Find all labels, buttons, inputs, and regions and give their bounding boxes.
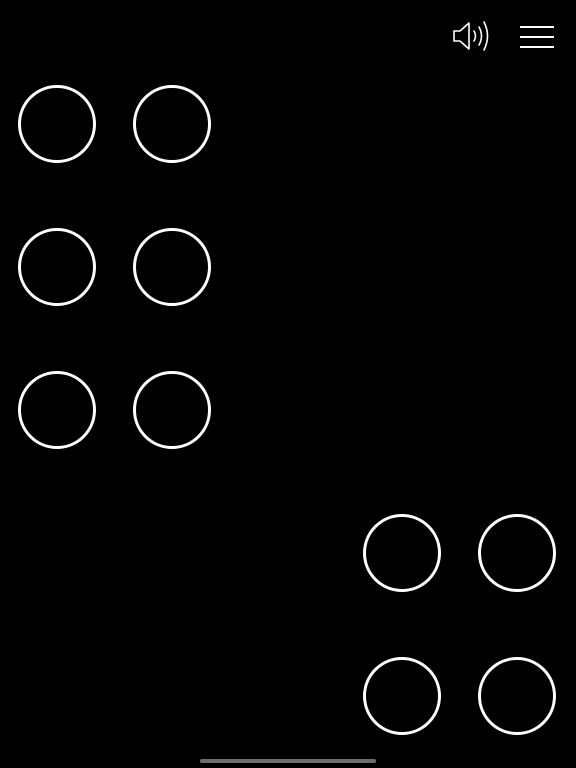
braille-dot-3[interactable] (18, 371, 96, 449)
braille-dot-1[interactable] (363, 514, 441, 592)
sound-button[interactable] (450, 17, 494, 55)
braille-dot-5[interactable] (133, 228, 211, 306)
braille-dot-1[interactable] (18, 85, 96, 163)
braille-screen (0, 0, 576, 768)
braille-dot-2[interactable] (18, 228, 96, 306)
braille-dot-2[interactable] (363, 657, 441, 735)
hamburger-menu-icon (520, 26, 554, 48)
speaker-volume-icon (453, 21, 489, 51)
menu-button[interactable] (517, 22, 557, 52)
braille-dot-6[interactable] (133, 371, 211, 449)
braille-dot-4[interactable] (133, 85, 211, 163)
braille-dot-4[interactable] (478, 514, 556, 592)
braille-dot-5[interactable] (478, 657, 556, 735)
home-indicator[interactable] (200, 759, 376, 763)
